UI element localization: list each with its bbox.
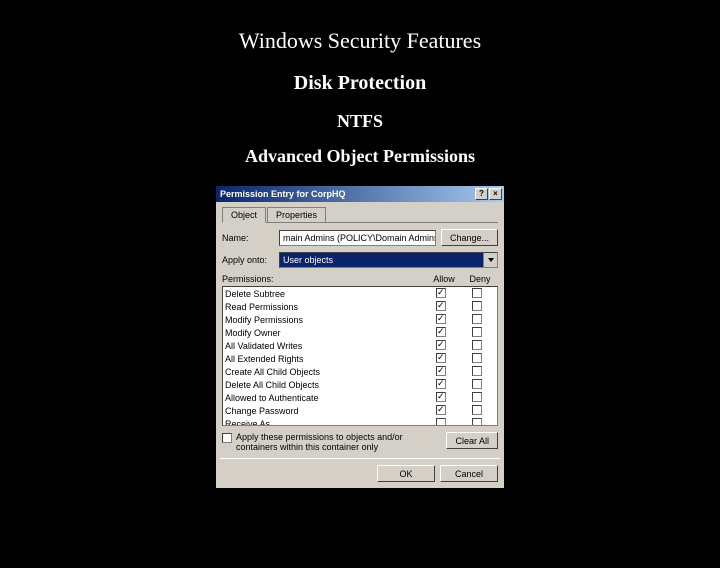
tab-object[interactable]: Object bbox=[222, 207, 266, 223]
dialog-title: Permission Entry for CorpHQ bbox=[220, 189, 346, 199]
permission-name: Receive As bbox=[225, 419, 423, 427]
permission-name: Modify Owner bbox=[225, 328, 423, 338]
apply-subtree-checkbox[interactable] bbox=[222, 433, 232, 443]
permission-row: Read Permissions bbox=[223, 300, 497, 313]
deny-header: Deny bbox=[462, 274, 498, 284]
apply-onto-select[interactable]: User objects bbox=[279, 252, 498, 268]
allow-checkbox[interactable] bbox=[436, 379, 446, 389]
tab-strip: Object Properties bbox=[222, 207, 498, 223]
permission-row: Change Password bbox=[223, 404, 497, 417]
slide-sub-ntfs: NTFS bbox=[0, 111, 720, 132]
chevron-down-icon bbox=[483, 253, 497, 267]
permission-name: Change Password bbox=[225, 406, 423, 416]
permission-row: Create All Child Objects bbox=[223, 365, 497, 378]
permission-name: Read Permissions bbox=[225, 302, 423, 312]
permission-row: Modify Owner bbox=[223, 326, 497, 339]
allow-checkbox[interactable] bbox=[436, 288, 446, 298]
deny-checkbox[interactable] bbox=[472, 314, 482, 324]
deny-checkbox[interactable] bbox=[472, 353, 482, 363]
deny-checkbox[interactable] bbox=[472, 301, 482, 311]
close-button[interactable]: × bbox=[489, 188, 502, 200]
allow-checkbox[interactable] bbox=[436, 366, 446, 376]
permission-name: Modify Permissions bbox=[225, 315, 423, 325]
allow-checkbox[interactable] bbox=[436, 405, 446, 415]
allow-checkbox[interactable] bbox=[436, 392, 446, 402]
deny-checkbox[interactable] bbox=[472, 340, 482, 350]
permission-name: Delete All Child Objects bbox=[225, 380, 423, 390]
deny-checkbox[interactable] bbox=[472, 379, 482, 389]
permission-entry-dialog: Permission Entry for CorpHQ ? × Object P… bbox=[215, 185, 505, 489]
permission-name: Delete Subtree bbox=[225, 289, 423, 299]
slide-sub-advanced: Advanced Object Permissions bbox=[0, 146, 720, 167]
deny-checkbox[interactable] bbox=[472, 392, 482, 402]
allow-checkbox[interactable] bbox=[436, 418, 446, 427]
slide-sub-disk: Disk Protection bbox=[0, 72, 720, 95]
separator bbox=[220, 458, 500, 459]
permission-row: Modify Permissions bbox=[223, 313, 497, 326]
tab-properties[interactable]: Properties bbox=[267, 207, 326, 222]
permission-row: Allowed to Authenticate bbox=[223, 391, 497, 404]
dialog-titlebar[interactable]: Permission Entry for CorpHQ ? × bbox=[216, 186, 504, 202]
name-label: Name: bbox=[222, 233, 274, 243]
permission-name: Create All Child Objects bbox=[225, 367, 423, 377]
apply-onto-value: User objects bbox=[280, 253, 483, 267]
permission-row: Delete Subtree bbox=[223, 287, 497, 300]
allow-header: Allow bbox=[426, 274, 462, 284]
permission-row: All Validated Writes bbox=[223, 339, 497, 352]
permission-row: Delete All Child Objects bbox=[223, 378, 497, 391]
cancel-button[interactable]: Cancel bbox=[440, 465, 498, 482]
allow-checkbox[interactable] bbox=[436, 340, 446, 350]
deny-checkbox[interactable] bbox=[472, 405, 482, 415]
permission-name: All Extended Rights bbox=[225, 354, 423, 364]
permission-name: All Validated Writes bbox=[225, 341, 423, 351]
apply-onto-label: Apply onto: bbox=[222, 255, 274, 265]
allow-checkbox[interactable] bbox=[436, 301, 446, 311]
clear-all-button[interactable]: Clear All bbox=[446, 432, 498, 449]
slide-title: Windows Security Features bbox=[0, 28, 720, 54]
permission-row: Receive As bbox=[223, 417, 497, 426]
allow-checkbox[interactable] bbox=[436, 314, 446, 324]
deny-checkbox[interactable] bbox=[472, 418, 482, 427]
help-button[interactable]: ? bbox=[475, 188, 488, 200]
permission-row: All Extended Rights bbox=[223, 352, 497, 365]
ok-button[interactable]: OK bbox=[377, 465, 435, 482]
name-field: main Admins (POLICY\Domain Admins) bbox=[279, 230, 436, 246]
permission-name: Allowed to Authenticate bbox=[225, 393, 423, 403]
deny-checkbox[interactable] bbox=[472, 366, 482, 376]
deny-checkbox[interactable] bbox=[472, 327, 482, 337]
permissions-label: Permissions: bbox=[222, 274, 426, 284]
allow-checkbox[interactable] bbox=[436, 327, 446, 337]
apply-subtree-label: Apply these permissions to objects and/o… bbox=[236, 432, 442, 452]
change-button[interactable]: Change... bbox=[441, 229, 498, 246]
allow-checkbox[interactable] bbox=[436, 353, 446, 363]
deny-checkbox[interactable] bbox=[472, 288, 482, 298]
permissions-list[interactable]: Delete Subtree Read Permissions Modify Per… bbox=[222, 286, 498, 426]
